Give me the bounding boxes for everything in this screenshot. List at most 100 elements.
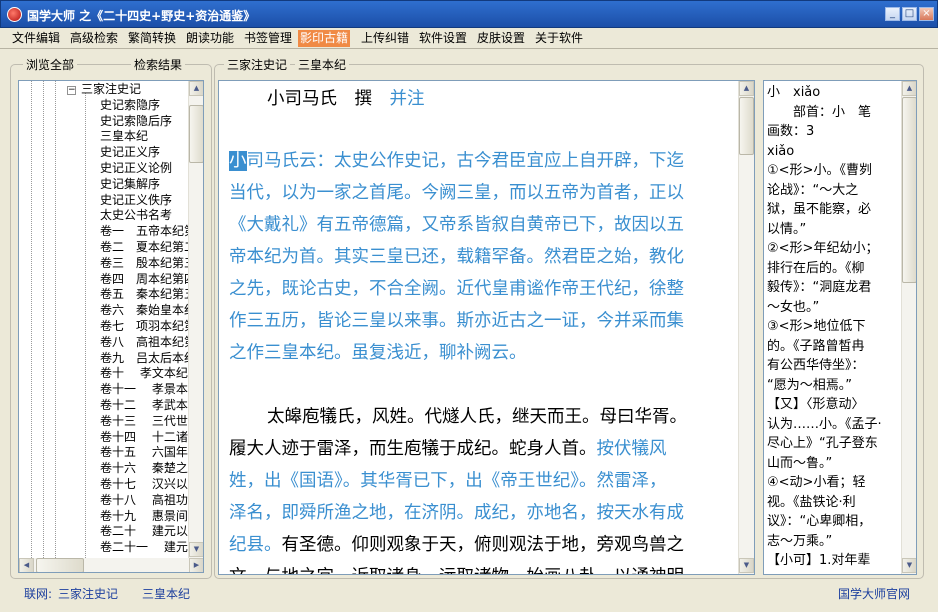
tree-node-label: 太史公书名考 — [100, 208, 173, 223]
tree-node[interactable]: 卷十七 汉兴以 — [19, 477, 189, 493]
tree-hscrollbar[interactable]: ◀ ▶ — [19, 558, 203, 572]
status-chapter-link[interactable]: 三皇本纪 — [142, 585, 190, 602]
tree-node[interactable]: 卷十四 十二诸 — [19, 430, 189, 446]
note-line: 之先，既论古史，不合全阙。近代皇甫谧作帝王代纪，徐整 — [229, 279, 684, 299]
tree-node[interactable]: 卷一 五帝本纪第 — [19, 224, 189, 240]
tree-node[interactable]: 史记索隐序 — [19, 98, 189, 114]
tree-node[interactable]: 卷十五 六国年 — [19, 445, 189, 461]
scroll-up-icon[interactable]: ▲ — [739, 81, 754, 96]
tree-scroll-thumb[interactable] — [189, 105, 203, 163]
tree-node-label: 卷一 五帝本纪第 — [100, 224, 189, 239]
menu-bar: 文件编辑 高级检索 繁简转换 朗读功能 书签管理 影印古籍 上传纠错 软件设置 … — [0, 28, 938, 49]
menu-skin-settings[interactable]: 皮肤设置 — [475, 30, 527, 47]
note-line: 作三五历，皆论三皇以来事。斯亦近古之一证，今并采而集 — [229, 311, 684, 331]
tab-search-results[interactable]: 检索结果 — [131, 58, 186, 72]
tree-node-label: 史记索隐后序 — [100, 113, 173, 128]
tree-node[interactable]: 卷十二 孝武本 — [19, 398, 189, 414]
menu-software-settings[interactable]: 软件设置 — [417, 30, 469, 47]
dict-line: 议》：“心卑卿相， — [767, 514, 872, 529]
dict-line: ②<形>年纪幼小； — [767, 241, 879, 256]
breadcrumb-chapter[interactable]: 三皇本纪 — [295, 58, 350, 72]
tree-node[interactable]: 卷十三 三代世 — [19, 414, 189, 430]
scroll-left-icon[interactable]: ◀ — [19, 558, 34, 572]
text-reader[interactable]: 小司马氏 撰 并注 小司马氏云：太史公作史记，古今君臣宜应上自开辟，下迄 当代，… — [218, 80, 755, 575]
website-link[interactable]: 国学大师官网 — [838, 585, 910, 602]
tree-node[interactable]: 太史公书名考 — [19, 208, 189, 224]
tree-node[interactable]: 卷五 秦本纪第五 — [19, 287, 189, 303]
tree-node-label: 卷十九 惠景间 — [100, 508, 188, 523]
scroll-down-icon[interactable]: ▼ — [739, 558, 754, 573]
tree-node-label: 卷五 秦本纪第五 — [100, 287, 189, 302]
tree-node-root[interactable]: − 三家注史记 — [19, 82, 189, 98]
dictionary-panel: 小 xiǎo 部首：小 笔画数：3 xiǎo ①<形>小。《曹刿 论战》：“～大之 狱，… — [763, 80, 917, 575]
dict-line: xiǎo — [767, 143, 795, 159]
scroll-down-icon[interactable]: ▼ — [902, 558, 916, 573]
selected-char[interactable]: 小 — [229, 151, 247, 171]
menu-advanced-search[interactable]: 高级检索 — [68, 30, 120, 47]
tree-vscrollbar[interactable]: ▲ ▼ — [188, 81, 203, 558]
dict-scroll-thumb[interactable] — [902, 97, 916, 283]
tree-node[interactable]: 史记正义佚序 — [19, 193, 189, 209]
tree-node[interactable]: 卷六 秦始皇本纪 — [19, 303, 189, 319]
tree-node[interactable]: 卷二十 建元以来 — [19, 524, 189, 540]
tree-node[interactable]: 卷十九 惠景间 — [19, 509, 189, 525]
scroll-right-icon[interactable]: ▶ — [189, 558, 203, 572]
dict-line: 部首：小 笔 — [767, 104, 872, 120]
heading-verb: 撰 — [354, 89, 373, 109]
dict-line: 小 xiǎo — [767, 85, 821, 100]
menu-simplified-traditional[interactable]: 繁简转换 — [126, 30, 178, 47]
breadcrumb-book[interactable]: 三家注史记 — [224, 58, 291, 72]
dict-line: 尽心上》“孔子登东 — [767, 436, 878, 451]
scroll-down-icon[interactable]: ▼ — [189, 542, 203, 557]
menu-about[interactable]: 关于软件 — [533, 30, 585, 47]
window-title: 国学大师 之《二十四史+野史+资治通鉴》 — [27, 9, 256, 23]
tree-node[interactable]: 卷十 孝文本纪 — [19, 366, 189, 382]
title-bar: 国学大师 之《二十四史+野史+资治通鉴》 _ □ × — [0, 0, 938, 28]
note-line: 小司马氏云：太史公作史记，古今君臣宜应上自开辟，下迄 — [229, 151, 684, 171]
status-book-link[interactable]: 三家注史记 — [58, 585, 118, 602]
tree-node-label: 卷七 项羽本纪第 — [100, 318, 189, 333]
status-bar: 联网: 三家注史记 三皇本纪 国学大师官网 — [0, 579, 938, 612]
dict-line: ④<动>小看；轻 — [767, 475, 866, 490]
tree-node-label: 卷四 周本纪第四 — [100, 271, 189, 286]
tree-node[interactable]: 卷九 吕太后本纪 — [19, 351, 189, 367]
collapse-icon[interactable]: − — [67, 86, 76, 95]
tree-node[interactable]: 卷七 项羽本纪第 — [19, 319, 189, 335]
tree-node[interactable]: 三皇本纪 — [19, 129, 189, 145]
minimize-button[interactable]: _ — [885, 7, 900, 21]
menu-upload-correction[interactable]: 上传纠错 — [359, 30, 411, 47]
tree-node-label: 卷十一 孝景本 — [100, 382, 188, 397]
tree-node[interactable]: 卷十六 秦楚之 — [19, 461, 189, 477]
tree-node-label: 卷二十一 建元已 — [100, 540, 189, 555]
reader-scroll-thumb[interactable] — [739, 97, 754, 155]
tree-hscroll-thumb[interactable] — [36, 558, 84, 572]
tree-node[interactable]: 史记索隐后序 — [19, 114, 189, 130]
menu-file-edit[interactable]: 文件编辑 — [10, 30, 62, 47]
tree-node[interactable]: 卷四 周本纪第四 — [19, 272, 189, 288]
dict-line: 排行在后的。《柳 — [767, 260, 865, 276]
reader-vscrollbar[interactable]: ▲ ▼ — [738, 81, 754, 574]
dict-vscrollbar[interactable]: ▲ ▼ — [901, 81, 916, 574]
menu-read-aloud[interactable]: 朗读功能 — [184, 30, 236, 47]
menu-bookmarks[interactable]: 书签管理 — [242, 30, 294, 47]
note-line: 帝本纪为首。其实三皇已还，载籍罕备。然君臣之始，教化 — [229, 247, 684, 267]
tree-node[interactable]: 卷三 殷本纪第三 — [19, 256, 189, 272]
maximize-button[interactable]: □ — [902, 7, 917, 21]
tree-node[interactable]: 史记正义论例 — [19, 161, 189, 177]
dict-line: 画数：3 — [767, 124, 815, 139]
scroll-up-icon[interactable]: ▲ — [189, 81, 203, 96]
scroll-up-icon[interactable]: ▲ — [902, 81, 916, 96]
tree-node[interactable]: 卷十一 孝景本 — [19, 382, 189, 398]
tree-node[interactable]: 史记正义序 — [19, 145, 189, 161]
tree-node-label: 卷十六 秦楚之 — [100, 461, 188, 476]
tree-node[interactable]: 卷十八 高祖功 — [19, 493, 189, 509]
tab-browse-all[interactable]: 浏览全部 — [23, 58, 78, 72]
close-button[interactable]: × — [919, 7, 934, 21]
tree-node[interactable]: 史记集解序 — [19, 177, 189, 193]
dict-line: 毅传》：“洞庭龙君 — [767, 280, 872, 295]
tree-node[interactable]: 卷八 高祖本纪第 — [19, 335, 189, 351]
tree-node[interactable]: 卷二十一 建元已 — [19, 540, 189, 556]
tree-node-label: 史记集解序 — [100, 176, 161, 191]
tree-node[interactable]: 卷二 夏本纪第二 — [19, 240, 189, 256]
menu-facsimile[interactable]: 影印古籍 — [298, 30, 351, 47]
